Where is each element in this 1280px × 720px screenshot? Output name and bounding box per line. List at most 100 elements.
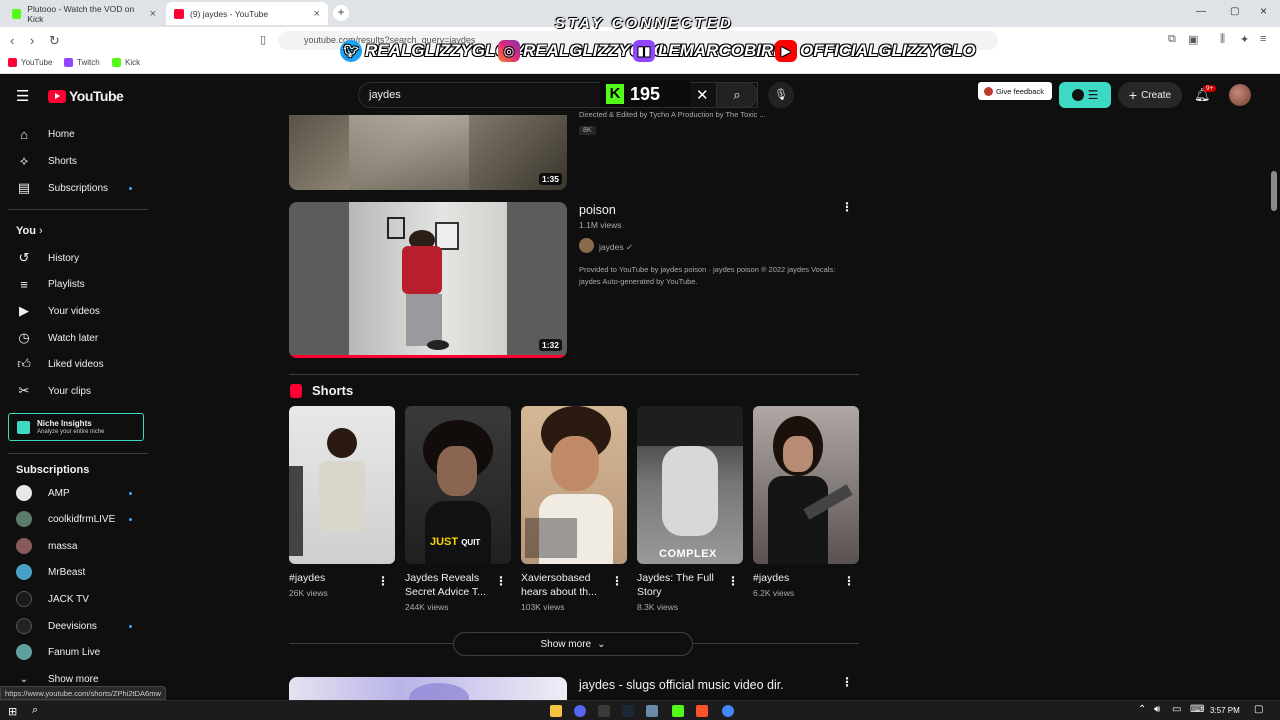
minimize-button[interactable]: — xyxy=(1196,6,1206,17)
sidebar-item-history[interactable]: ↺ History xyxy=(0,245,150,271)
bookmark-kick[interactable]: Kick xyxy=(112,58,140,67)
close-window-button[interactable]: × xyxy=(1260,4,1267,18)
keyboard-icon[interactable]: ⌨ xyxy=(1190,704,1204,715)
photos-icon[interactable] xyxy=(646,705,658,717)
steam-icon[interactable] xyxy=(622,705,634,717)
bookmark-icon[interactable]: ▯ xyxy=(260,33,266,46)
chrome-icon[interactable] xyxy=(722,705,734,717)
tab-kick[interactable]: Plutooo - Watch the VOD on Kick × xyxy=(4,2,164,25)
back-icon[interactable]: ‹ xyxy=(10,33,14,48)
discord-icon[interactable] xyxy=(574,705,586,717)
youtube-logo[interactable]: YouTube xyxy=(48,88,124,104)
volume-icon[interactable]: 🔊︎ xyxy=(1154,704,1160,715)
windows-start-icon[interactable]: ⊞ xyxy=(8,705,17,718)
sidebar-item-your-videos[interactable]: ▶ Your videos xyxy=(0,298,150,324)
short-thumbnail[interactable]: COMPLEX xyxy=(637,406,743,564)
short-thumbnail[interactable] xyxy=(289,406,395,564)
tab-youtube[interactable]: (9) jaydes - YouTube × xyxy=(166,2,328,25)
short-thumbnail[interactable] xyxy=(753,406,859,564)
library-icon[interactable]: ⫼ xyxy=(1220,33,1225,46)
short-title[interactable]: Jaydes: The Full Story xyxy=(637,571,725,599)
more-options-icon[interactable]: ⋮ xyxy=(727,574,739,588)
forward-icon[interactable]: › xyxy=(30,33,34,48)
bookmark-youtube[interactable]: YouTube xyxy=(8,58,52,67)
overlay-title: STAY CONNECTED xyxy=(555,15,734,32)
sidebar-label: Subscriptions xyxy=(48,182,109,194)
twitch-icon: ▮▮ xyxy=(633,40,655,62)
close-icon[interactable]: × xyxy=(314,8,320,20)
search-icon[interactable]: ⌕ xyxy=(32,704,38,717)
short-title[interactable]: Xaviersobased hears about th... xyxy=(521,571,609,599)
liked-icon: 👍︎ xyxy=(17,356,31,371)
twitch-icon xyxy=(64,58,73,67)
short-thumbnail[interactable]: JUST QUIT xyxy=(405,406,511,564)
more-options-icon[interactable]: ⋮ xyxy=(841,200,853,214)
subscription-item[interactable]: massa xyxy=(0,533,150,559)
give-feedback-button[interactable]: Give feedback xyxy=(978,82,1052,100)
hamburger-menu-icon[interactable]: ☰ xyxy=(16,87,29,105)
sidebar-icon[interactable]: ▣ xyxy=(1188,33,1198,46)
extension-button[interactable]: ☰ xyxy=(1059,82,1111,108)
more-options-icon[interactable]: ⋮ xyxy=(841,675,853,689)
video-title[interactable]: jaydes - slugs official music video dir. xyxy=(579,678,784,692)
search-input[interactable]: jaydes xyxy=(369,89,401,101)
sidebar-item-subscriptions[interactable]: ▤ Subscriptions xyxy=(0,175,150,201)
sidebar-item-home[interactable]: ⌂ Home xyxy=(0,121,150,147)
account-avatar[interactable] xyxy=(1229,84,1251,106)
close-icon[interactable]: × xyxy=(150,8,156,20)
thumbnail-overlay-text: JUST xyxy=(430,536,459,548)
verified-icon: ✓ xyxy=(626,242,634,252)
clear-search-icon[interactable]: ✕ xyxy=(696,86,709,104)
video-title[interactable]: poison xyxy=(579,203,616,217)
app-icon[interactable] xyxy=(672,705,684,717)
reload-icon[interactable]: ↻ xyxy=(49,33,60,49)
short-title[interactable]: Jaydes Reveals Secret Advice T... xyxy=(405,571,493,599)
tray-chevron-icon[interactable]: ⌃ xyxy=(1138,704,1146,715)
new-content-dot xyxy=(129,624,132,628)
short-title[interactable]: #jaydes xyxy=(289,571,377,585)
subscription-item[interactable]: JACK TV xyxy=(0,586,150,612)
brave-icon[interactable] xyxy=(696,705,708,717)
notification-center-icon[interactable]: ▢ xyxy=(1254,704,1263,715)
overlay-twitch-handle: ▮▮ LEMARCOBIRD xyxy=(633,40,786,62)
terminal-icon[interactable] xyxy=(598,705,610,717)
subscription-item[interactable]: coolkidfrmLIVE xyxy=(0,506,150,532)
more-options-icon[interactable]: ⋮ xyxy=(611,574,623,588)
search-button[interactable]: ⌕ xyxy=(716,82,758,108)
extensions-icon[interactable]: ⧉ xyxy=(1168,33,1176,46)
short-title[interactable]: #jaydes xyxy=(753,571,841,585)
video-thumbnail[interactable] xyxy=(289,677,567,700)
kick-icon xyxy=(112,58,121,67)
network-icon[interactable]: ▭ xyxy=(1172,704,1181,715)
sidebar-you-header[interactable]: You › xyxy=(16,225,43,237)
sidebar-item-liked-videos[interactable]: 👍︎ Liked videos xyxy=(0,351,150,377)
bookmark-twitch[interactable]: Twitch xyxy=(64,58,100,67)
new-tab-button[interactable]: + xyxy=(333,5,349,21)
more-options-icon[interactable]: ⋮ xyxy=(495,574,507,588)
video-thumbnail[interactable]: 1:35 xyxy=(289,115,567,190)
leo-icon[interactable]: ✦ xyxy=(1240,33,1249,46)
video-thumbnail[interactable]: 1:32 xyxy=(289,202,567,358)
shorts-show-more-button[interactable]: Show more ⌄ xyxy=(453,632,693,656)
voice-search-button[interactable]: 🎙 xyxy=(768,82,794,108)
sidebar-item-watch-later[interactable]: ◷ Watch later xyxy=(0,325,150,351)
file-explorer-icon[interactable] xyxy=(550,705,562,717)
sidebar-item-shorts[interactable]: ⟡ Shorts xyxy=(0,148,150,174)
scrollbar-thumb[interactable] xyxy=(1271,171,1277,211)
subscription-item[interactable]: MrBeast xyxy=(0,559,150,585)
subscription-item[interactable]: Fanum Live xyxy=(0,639,150,665)
sidebar-item-playlists[interactable]: ≡ Playlists xyxy=(0,271,150,297)
sidebar-item-your-clips[interactable]: ✂ Your clips xyxy=(0,378,150,404)
more-options-icon[interactable]: ⋮ xyxy=(843,574,855,588)
niche-insights-button[interactable]: Niche Insights Analyze your entire niche xyxy=(8,413,144,441)
channel-avatar[interactable] xyxy=(579,238,594,253)
subscription-item[interactable]: Deevisions xyxy=(0,613,150,639)
more-options-icon[interactable]: ⋮ xyxy=(377,574,389,588)
create-button[interactable]: + Create xyxy=(1118,82,1182,108)
maximize-button[interactable]: ▢ xyxy=(1230,6,1239,17)
taskbar-clock[interactable]: 3:57 PM xyxy=(1210,706,1240,715)
menu-icon[interactable]: ≡ xyxy=(1260,33,1266,45)
channel-name[interactable]: jaydes xyxy=(599,242,624,252)
short-thumbnail[interactable] xyxy=(521,406,627,564)
subscription-item[interactable]: AMP xyxy=(0,480,150,506)
